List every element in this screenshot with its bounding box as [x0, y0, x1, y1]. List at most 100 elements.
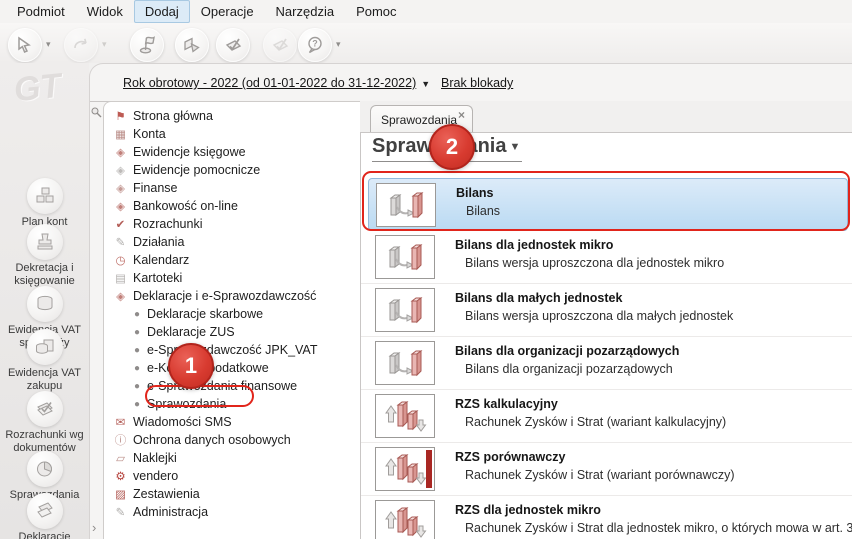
menu-widok[interactable]: Widok — [76, 0, 134, 23]
reports-pie-icon — [26, 451, 63, 487]
tab-close-icon[interactable]: × — [458, 108, 465, 122]
module-sidebar: GT Plan kont Dekretacja i księgowanie Ew… — [0, 63, 89, 539]
tree-item-ewidencje-ksiegowe[interactable]: ◈ Ewidencje księgowe — [104, 143, 361, 161]
chart-of-accounts-icon — [26, 178, 63, 214]
declarations-icon: ◈ — [116, 291, 125, 303]
tree-item-dzialania[interactable]: ✎ Działania — [104, 233, 361, 251]
tree-item-zestawienia[interactable]: ▨ Zestawienia — [104, 485, 361, 503]
select-caret-icon[interactable]: ▾ — [46, 39, 51, 50]
help-bubble-icon[interactable]: ? — [298, 28, 332, 62]
menu-podmiot[interactable]: Podmiot — [6, 0, 76, 23]
accounts-cubes-icon: ▦ — [115, 129, 126, 141]
tree-item-kalendarz[interactable]: ◷ Kalendarz — [104, 251, 361, 269]
tree-item-ochrona-danych[interactable]: ⓘ Ochrona danych osobowych — [104, 431, 361, 449]
report-row-bilans-mikro[interactable]: Bilans dla jednostek mikro Bilans wersja… — [361, 231, 852, 284]
vat-sales-icon — [26, 286, 63, 322]
menu-narzedzia[interactable]: Narzędzia — [265, 0, 346, 23]
menu-dodaj[interactable]: Dodaj — [133, 0, 190, 23]
heading-caret-icon: ▼ — [509, 141, 521, 153]
report-row-bilans[interactable]: Bilans Bilans — [368, 178, 848, 231]
sidebar-item-dekretacja[interactable]: Dekretacja i księgowanie — [0, 224, 89, 288]
undo-caret-icon: ▾ — [102, 39, 107, 49]
sidebar-item-vat-zakupu[interactable]: Ewidencja VAT zakupu — [0, 329, 89, 393]
balance-report-icon — [376, 183, 436, 227]
tree-item-kartoteki[interactable]: ▤ Kartoteki — [104, 269, 361, 287]
card-files-icon: ▤ — [115, 273, 126, 285]
report-row-bilans-male[interactable]: Bilans dla małych jednostek Bilans wersj… — [361, 284, 852, 337]
sidebar-item-plan-kont[interactable]: Plan kont — [0, 178, 89, 229]
ledger-records-icon: ◈ — [116, 147, 125, 159]
approve-pen-icon[interactable] — [216, 28, 250, 62]
expand-chevron-icon[interactable]: › — [92, 521, 96, 534]
fiscal-year-caret-icon: ▼ — [421, 79, 431, 89]
flag-pin-icon[interactable] — [130, 28, 164, 62]
tree-item-deklaracje-zus[interactable]: ● Deklaracje ZUS — [104, 323, 361, 341]
pushpin-icon[interactable] — [90, 106, 103, 119]
wizard-icon[interactable] — [175, 28, 209, 62]
home-flag-icon: ⚑ — [115, 111, 126, 123]
vat-purchase-icon — [26, 329, 63, 365]
sms-icon: ✉ — [115, 417, 126, 429]
tree-item-ewidencje-pomocnicze[interactable]: ◈ Ewidencje pomocnicze — [104, 161, 361, 179]
balance-report-icon — [375, 341, 435, 385]
lock-status-link[interactable]: Brak blokady — [441, 76, 513, 90]
tax-declarations-icon — [26, 493, 63, 529]
report-row-rzs-mikro[interactable]: RZS dla jednostek mikro Rachunek Zysków … — [361, 496, 852, 539]
bullet-icon: ● — [134, 326, 141, 338]
tree-item-rozrachunki[interactable]: ✔ Rozrachunki — [104, 215, 361, 233]
tree-item-konta[interactable]: ▦ Konta — [104, 125, 361, 143]
red-marker-stripe — [426, 450, 432, 488]
main-area: Sprawozdania × Sprawozdania ▼ Bilans Bil… — [360, 101, 852, 539]
sidebar-item-deklaracje-skarbowe[interactable]: Deklaracje skarbowe — [0, 493, 89, 539]
app-window: Podmiot Widok Dodaj Operacje Narzędzia P… — [0, 0, 852, 539]
settlements-docs-icon — [26, 391, 63, 427]
actions-icon: ✎ — [115, 237, 126, 249]
tab-sprawozdania[interactable]: Sprawozdania × — [370, 105, 473, 132]
tree-item-ekontrole-podatkowe[interactable]: ● e-Kontrole podatkowe — [104, 359, 361, 377]
sidebar-item-rozrachunki-wg-dok[interactable]: Rozrachunki wg dokumentów — [0, 391, 89, 455]
reports-list-panel: Sprawozdania ▼ Bilans Bilans Bilans dla … — [360, 132, 852, 539]
tree-item-esprawozdania-finansowe[interactable]: ● e-Sprawozdania finansowe — [104, 377, 361, 395]
menu-pomoc[interactable]: Pomoc — [345, 0, 407, 23]
tree-item-deklaracje-skarbowe[interactable]: ● Deklaracje skarbowe — [104, 305, 361, 323]
vendero-gear-icon: ⚙ — [115, 471, 126, 483]
tree-item-deklaracje-i-esprawozdawczosc[interactable]: ◈ Deklaracje i e-Sprawozdawczość — [104, 287, 361, 305]
fiscal-year-link[interactable]: Rok obrotowy - 2022 (od 01-01-2022 do 31… — [123, 76, 430, 90]
gt-logo: GT — [12, 66, 64, 110]
balance-report-icon — [375, 288, 435, 332]
report-row-rzs-porownawczy[interactable]: RZS porównawczy Rachunek Zysków i Strat … — [361, 443, 852, 496]
bullet-icon: ● — [134, 308, 141, 320]
bullet-icon: ● — [134, 380, 141, 392]
tree-item-strona-glowna[interactable]: ⚑ Strona główna — [104, 107, 361, 125]
tree-item-administracja[interactable]: ✎ Administracja — [104, 503, 361, 521]
pnl-report-icon — [375, 500, 435, 539]
pnl-report-icon — [375, 394, 435, 438]
tree-item-sprawozdania[interactable]: ● Sprawozdania — [104, 395, 361, 413]
bullet-icon: ● — [134, 398, 141, 410]
approve-pen-disabled-icon — [263, 28, 297, 62]
balance-report-icon — [375, 235, 435, 279]
info-bar: Rok obrotowy - 2022 (od 01-01-2022 do 31… — [90, 64, 852, 102]
select-arrow-icon[interactable] — [8, 28, 42, 62]
tree-item-esprawozdawczosc-jpk-vat[interactable]: ● e-Sprawozdawczość JPK_VAT — [104, 341, 361, 359]
administration-icon: ✎ — [115, 507, 126, 519]
data-protection-icon: ⓘ — [114, 435, 127, 447]
undo-arrow-icon — [64, 28, 98, 62]
calendar-clock-icon: ◷ — [115, 255, 126, 267]
tree-item-finanse[interactable]: ◈ Finanse — [104, 179, 361, 197]
tree-item-bankowosc-online[interactable]: ◈ Bankowość on-line — [104, 197, 361, 215]
report-row-bilans-ngo[interactable]: Bilans dla organizacji pozarządowych Bil… — [361, 337, 852, 390]
finance-icon: ◈ — [116, 183, 125, 195]
tree-item-vendero[interactable]: ⚙ vendero — [104, 467, 361, 485]
help-caret-icon[interactable]: ▾ — [336, 39, 341, 50]
settlements-check-icon: ✔ — [115, 219, 126, 231]
tree-item-naklejki[interactable]: ▱ Naklejki — [104, 449, 361, 467]
pnl-report-icon — [375, 447, 435, 491]
report-row-rzs-kalkulacyjny[interactable]: RZS kalkulacyjny Rachunek Zysków i Strat… — [361, 390, 852, 443]
summaries-icon: ▨ — [115, 489, 126, 501]
page-title[interactable]: Sprawozdania ▼ — [372, 135, 523, 162]
menu-operacje[interactable]: Operacje — [190, 0, 265, 23]
panel-gutter: › › › łów — [90, 102, 103, 539]
workspace-shell: Rok obrotowy - 2022 (od 01-01-2022 do 31… — [89, 63, 852, 539]
tree-item-wiadomosci-sms[interactable]: ✉ Wiadomości SMS — [104, 413, 361, 431]
